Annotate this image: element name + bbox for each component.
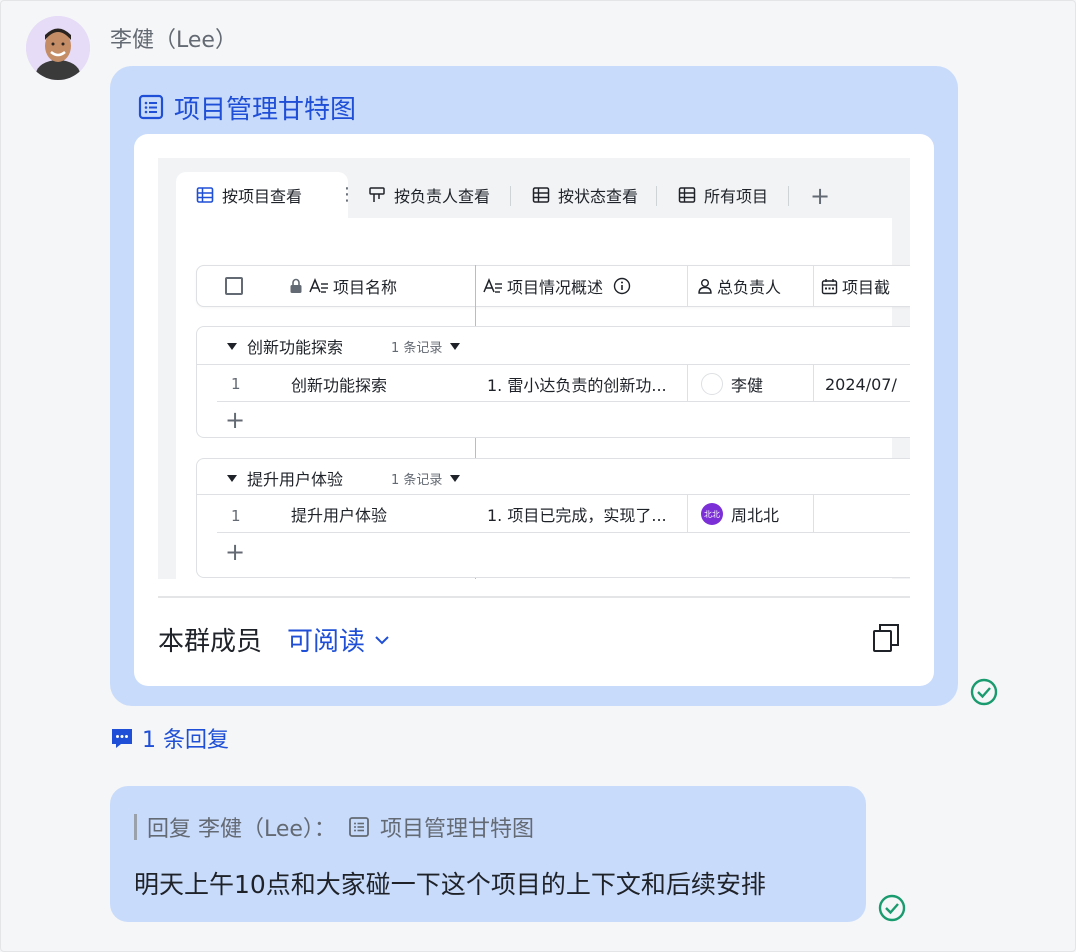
- cell-deadline[interactable]: 2024/07/: [825, 365, 897, 403]
- tab-divider: [656, 186, 657, 206]
- permission-dropdown[interactable]: 可阅读: [287, 621, 391, 658]
- text-field-icon: [483, 278, 502, 293]
- grid-icon: [532, 187, 550, 203]
- dropdown-triangle-icon: [450, 474, 461, 482]
- doc-preview-card[interactable]: 按项目查看 ⋮ 按负责人查看 按状态查看 所有项目 + 项目名称 项目情况概述 …: [134, 134, 934, 686]
- view-tabs: 按项目查看 ⋮ 按负责人查看 按状态查看 所有项目 +: [158, 172, 910, 218]
- reply-count-text: 1 条回复: [142, 728, 229, 753]
- column-header-deadline[interactable]: 项目截: [821, 266, 890, 306]
- column-header-owner[interactable]: 总负责人: [697, 266, 781, 306]
- add-record-icon[interactable]: +: [225, 533, 245, 571]
- kanban-icon: [369, 187, 385, 202]
- copy-icon[interactable]: [872, 623, 900, 653]
- doc-title-text: 项目管理甘特图: [174, 94, 357, 125]
- group-header[interactable]: 提升用户体验: [227, 459, 343, 497]
- lock-icon: [290, 278, 302, 293]
- tab-all-projects[interactable]: 所有项目: [658, 172, 768, 218]
- info-icon[interactable]: [613, 277, 631, 295]
- quoted-reference[interactable]: 回复 李健（Lee）： 项目管理甘特图: [134, 812, 534, 842]
- column-divider: [687, 494, 688, 532]
- doc-title-link[interactable]: 项目管理甘特图: [138, 90, 357, 125]
- collapse-triangle-icon[interactable]: [227, 474, 237, 482]
- tab-by-owner[interactable]: 按负责人查看: [348, 172, 490, 218]
- collapse-triangle-icon[interactable]: [227, 342, 237, 350]
- group-name: 提升用户体验: [247, 470, 344, 489]
- column-label: 项目情况概述: [507, 278, 604, 297]
- dropdown-triangle-icon: [450, 342, 461, 350]
- row-number: 1: [231, 375, 241, 393]
- table-header-row: 项目名称 项目情况概述 总负责人 项目截: [196, 265, 910, 307]
- reply-count-link[interactable]: 1 条回复: [110, 722, 229, 754]
- cell-project-name[interactable]: 提升用户体验: [291, 495, 387, 533]
- record-count: 1 条记录: [391, 472, 443, 488]
- card-divider: [158, 596, 910, 598]
- column-label: 项目截: [842, 278, 891, 297]
- permission-value: 可阅读: [287, 627, 366, 657]
- add-view-button[interactable]: +: [810, 182, 830, 210]
- group-count[interactable]: 1 条记录: [391, 459, 461, 497]
- owner-avatar: 北北: [701, 503, 723, 525]
- owner-avatar: [701, 373, 723, 395]
- tab-divider: [788, 186, 789, 206]
- row-divider: [217, 401, 910, 402]
- column-divider: [687, 266, 688, 306]
- cell-summary[interactable]: 1. 雷小达负责的创新功...: [487, 365, 667, 403]
- record-count: 1 条记录: [391, 340, 443, 356]
- column-divider: [813, 266, 814, 306]
- read-check-icon: [970, 678, 998, 706]
- quote-bar: [134, 814, 137, 840]
- column-label: 项目名称: [333, 278, 398, 297]
- sheet-preview[interactable]: 按项目查看 ⋮ 按负责人查看 按状态查看 所有项目 + 项目名称 项目情况概述 …: [158, 158, 910, 579]
- column-divider: [813, 364, 814, 402]
- cell-owner[interactable]: 北北 周北北: [701, 495, 779, 533]
- tab-by-project[interactable]: 按项目查看 ⋮: [176, 172, 356, 218]
- tab-label: 按项目查看: [222, 187, 303, 206]
- tab-label: 按负责人查看: [394, 187, 491, 206]
- grid-icon: [196, 187, 214, 203]
- column-header-summary[interactable]: 项目情况概述: [483, 266, 631, 306]
- group-name: 创新功能探索: [247, 338, 344, 357]
- text-field-icon: [309, 278, 328, 293]
- sender-name[interactable]: 李健（Lee）: [110, 22, 237, 54]
- group-header[interactable]: 创新功能探索: [227, 327, 343, 365]
- tab-label: 所有项目: [704, 187, 769, 206]
- row-divider: [217, 532, 910, 533]
- group-section: 创新功能探索 1 条记录 1 创新功能探索 1. 雷小达负责的创新功... 李健: [196, 326, 910, 438]
- permission-scope: 本群成员: [158, 627, 263, 657]
- doc-list-icon: [138, 94, 164, 120]
- column-divider: [813, 494, 814, 532]
- comment-icon: [112, 729, 132, 748]
- select-all-checkbox[interactable]: [225, 266, 243, 306]
- calendar-icon: [821, 278, 838, 294]
- column-label: 总负责人: [717, 278, 782, 297]
- sender-avatar[interactable]: [26, 16, 90, 80]
- row-number: 1: [231, 507, 241, 525]
- person-icon: [698, 279, 712, 294]
- tab-divider: [510, 186, 511, 206]
- reply-message-bubble: [110, 786, 866, 922]
- add-record-icon[interactable]: +: [225, 401, 245, 439]
- grid-icon: [678, 187, 696, 203]
- group-section: 提升用户体验 1 条记录 1 提升用户体验 1. 项目已完成，实现了... 北北…: [196, 458, 910, 578]
- tab-label: 按状态查看: [558, 187, 639, 206]
- group-count[interactable]: 1 条记录: [391, 327, 461, 365]
- message-text: 明天上午10点和大家碰一下这个项目的上下文和后续安排: [134, 870, 766, 899]
- read-check-icon: [878, 894, 906, 922]
- cell-owner[interactable]: 李健: [701, 365, 763, 403]
- tab-by-status[interactable]: 按状态查看: [512, 172, 638, 218]
- quote-prefix: 回复 李健（Lee）：: [147, 817, 336, 842]
- column-divider: [687, 364, 688, 402]
- doc-list-icon: [349, 817, 369, 837]
- chevron-down-icon: [375, 635, 389, 644]
- quote-doc-title: 项目管理甘特图: [379, 817, 534, 842]
- cell-summary[interactable]: 1. 项目已完成，实现了...: [487, 495, 667, 533]
- cell-project-name[interactable]: 创新功能探索: [291, 365, 387, 403]
- column-header-name[interactable]: 项目名称: [289, 266, 397, 306]
